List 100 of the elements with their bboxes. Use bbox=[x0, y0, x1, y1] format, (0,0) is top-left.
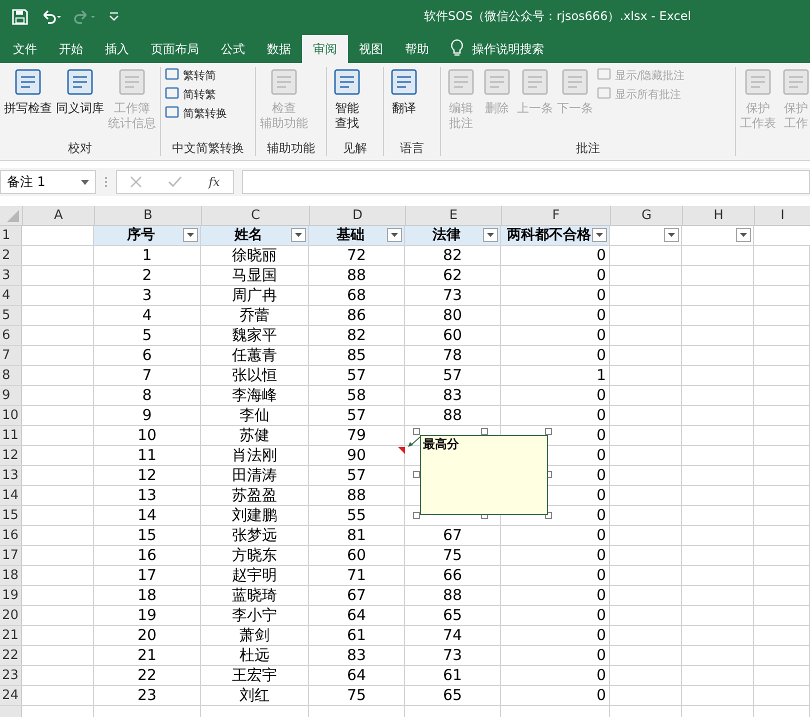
row-header[interactable]: 17 bbox=[0, 546, 22, 565]
table-cell: 71 bbox=[346, 566, 366, 585]
row-header[interactable]: 2 bbox=[0, 246, 22, 265]
filter-button[interactable] bbox=[387, 228, 402, 242]
table-cell: 李海峰 bbox=[232, 386, 277, 405]
column-header[interactable]: D bbox=[309, 206, 405, 225]
table-cell: 19 bbox=[137, 606, 157, 625]
table-cell: 72 bbox=[346, 246, 366, 265]
ribbon-tab[interactable]: 页面布局 bbox=[140, 35, 210, 63]
table-cell: 74 bbox=[442, 626, 462, 645]
row-header[interactable]: 3 bbox=[0, 266, 22, 285]
row-header[interactable]: 12 bbox=[0, 446, 22, 465]
caret-icon bbox=[187, 233, 194, 237]
row-header[interactable]: 15 bbox=[0, 506, 22, 525]
table-cell: 18 bbox=[137, 586, 157, 605]
row-header[interactable]: 5 bbox=[0, 306, 22, 325]
table-cell: 79 bbox=[346, 426, 366, 445]
row-header[interactable]: 22 bbox=[0, 646, 22, 665]
ribbon-button[interactable]: 同义词库 bbox=[55, 67, 105, 140]
resize-handle[interactable] bbox=[413, 471, 420, 478]
row-header[interactable]: 23 bbox=[0, 666, 22, 685]
ribbon-tab[interactable]: 开始 bbox=[48, 35, 94, 63]
ribbon-tab[interactable]: 插入 bbox=[94, 35, 140, 63]
row-header[interactable]: 18 bbox=[0, 566, 22, 585]
row-header[interactable]: 19 bbox=[0, 586, 22, 605]
ribbon-button[interactable]: 简繁转换 bbox=[164, 105, 227, 121]
table-cell: 57 bbox=[346, 466, 366, 485]
table-cell: 徐晓丽 bbox=[232, 246, 277, 265]
resize-handle[interactable] bbox=[413, 512, 420, 519]
table-cell: 0 bbox=[596, 286, 606, 305]
filter-button[interactable] bbox=[483, 228, 498, 242]
column-header[interactable]: E bbox=[405, 206, 501, 225]
table-cell: 0 bbox=[596, 246, 606, 265]
group-label: 校对 bbox=[67, 140, 93, 156]
column-header[interactable]: F bbox=[501, 206, 610, 225]
row-header[interactable]: 7 bbox=[0, 346, 22, 365]
formula-field[interactable] bbox=[242, 170, 810, 194]
table-cell: 3 bbox=[142, 286, 152, 305]
ribbon-button[interactable]: 简转繁 bbox=[164, 86, 227, 102]
column-header[interactable]: H bbox=[682, 206, 754, 225]
ribbon-tab[interactable]: 审阅 bbox=[302, 35, 348, 63]
filter-button[interactable] bbox=[736, 228, 751, 242]
table-cell: 83 bbox=[442, 386, 462, 405]
ribbon-tab[interactable]: 数据 bbox=[256, 35, 302, 63]
ribbon-tab[interactable]: 视图 bbox=[348, 35, 394, 63]
column-header[interactable]: B bbox=[94, 206, 201, 225]
check-icon[interactable] bbox=[168, 176, 182, 188]
ribbon-tab[interactable]: 帮助 bbox=[394, 35, 440, 63]
resize-handle[interactable] bbox=[481, 428, 488, 435]
row-header[interactable]: 21 bbox=[0, 626, 22, 645]
save-icon[interactable] bbox=[12, 8, 28, 24]
table-cell: 20 bbox=[137, 626, 157, 645]
ribbon-tab[interactable]: 文件 bbox=[2, 35, 48, 63]
table-cell: 张梦远 bbox=[232, 526, 277, 545]
row-header[interactable]: 4 bbox=[0, 286, 22, 305]
filter-button[interactable] bbox=[592, 228, 607, 242]
resize-handle[interactable] bbox=[413, 428, 420, 435]
row-header[interactable]: 8 bbox=[0, 366, 22, 385]
table-cell: 86 bbox=[346, 306, 366, 325]
filter-button[interactable] bbox=[291, 228, 306, 242]
filter-button[interactable] bbox=[183, 228, 198, 242]
table-cell: 60 bbox=[346, 546, 366, 565]
row-header[interactable]: 6 bbox=[0, 326, 22, 345]
row-header[interactable]: 20 bbox=[0, 606, 22, 625]
table-cell: 82 bbox=[442, 246, 462, 265]
table-cell: 杜远 bbox=[240, 646, 270, 665]
ribbon-button[interactable]: 拼写检查 bbox=[3, 67, 53, 140]
row-header[interactable]: 10 bbox=[0, 406, 22, 425]
table-cell: 15 bbox=[137, 526, 157, 545]
header-cell: 序号 bbox=[127, 226, 155, 245]
table-cell: 0 bbox=[596, 466, 606, 485]
row-header[interactable]: 24 bbox=[0, 686, 22, 705]
ribbon-tab[interactable]: 公式 bbox=[210, 35, 256, 63]
table-cell: 9 bbox=[142, 406, 152, 425]
row-header[interactable]: 16 bbox=[0, 526, 22, 545]
ribbon-button[interactable]: 翻译 bbox=[387, 67, 421, 140]
caret-icon bbox=[487, 233, 494, 237]
column-header[interactable]: A bbox=[22, 206, 94, 225]
window-title: 软件SOS（微信公众号：rjsos666）.xlsx - Excel bbox=[424, 8, 692, 25]
tell-me-search[interactable]: 操作说明搜索 bbox=[464, 35, 555, 63]
name-box[interactable]: 备注 1 bbox=[0, 170, 96, 194]
filter-button[interactable] bbox=[664, 228, 679, 242]
row-header[interactable]: 1 bbox=[0, 226, 22, 245]
row-header[interactable]: 9 bbox=[0, 386, 22, 405]
table-cell: 78 bbox=[442, 346, 462, 365]
resize-handle[interactable] bbox=[545, 428, 552, 435]
row-header[interactable]: 14 bbox=[0, 486, 22, 505]
table-cell: 0 bbox=[596, 426, 606, 445]
table-cell: 17 bbox=[137, 566, 157, 585]
column-header[interactable]: G bbox=[610, 206, 682, 225]
column-header[interactable]: C bbox=[201, 206, 309, 225]
row-header[interactable]: 11 bbox=[0, 426, 22, 445]
ribbon-button[interactable]: 繁转简 bbox=[164, 67, 227, 83]
row-header[interactable]: 13 bbox=[0, 466, 22, 485]
comment-box[interactable]: 最高分 bbox=[420, 435, 548, 515]
customize-icon[interactable] bbox=[108, 10, 120, 22]
column-header[interactable]: I bbox=[754, 206, 810, 225]
insert-function-button[interactable]: fx bbox=[208, 175, 220, 189]
comment-indicator-icon bbox=[398, 447, 405, 454]
ribbon-button[interactable]: 智能 查找 bbox=[330, 67, 364, 140]
